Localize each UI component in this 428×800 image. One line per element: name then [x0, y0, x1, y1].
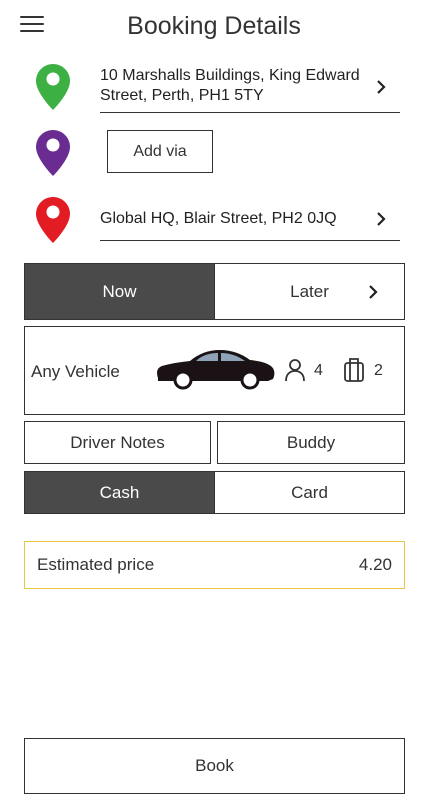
vehicle-type-label: Any Vehicle — [31, 362, 120, 381]
via-location-pin-icon — [36, 130, 70, 176]
pickup-location-pin-icon — [36, 64, 70, 110]
later-label: Later — [290, 281, 329, 301]
chevron-right-icon — [377, 212, 386, 226]
now-button[interactable]: Now — [25, 264, 214, 319]
add-via-button[interactable]: Add via — [107, 130, 213, 173]
chevron-right-icon — [369, 285, 378, 299]
payment-selector: Cash Card — [24, 471, 405, 514]
later-button[interactable]: Later — [214, 264, 404, 319]
driver-notes-button[interactable]: Driver Notes — [24, 421, 211, 464]
pickup-address-field[interactable]: 10 Marshalls Buildings, King Edward Stre… — [100, 66, 400, 113]
luggage-count: 2 — [374, 362, 383, 379]
dropoff-address-field[interactable]: Global HQ, Blair Street, PH2 0JQ — [100, 209, 400, 241]
passenger-icon — [285, 359, 305, 382]
pickup-address-text: 10 Marshalls Buildings, King Edward Stre… — [100, 67, 360, 104]
card-button[interactable]: Card — [214, 472, 404, 513]
cash-button[interactable]: Cash — [25, 472, 214, 513]
estimated-price-box: Estimated price 4.20 — [24, 541, 405, 589]
dropoff-address-text: Global HQ, Blair Street, PH2 0JQ — [100, 210, 337, 227]
app-header: Booking Details — [0, 0, 428, 56]
dropoff-location-pin-icon — [36, 197, 70, 243]
passenger-count: 4 — [314, 362, 323, 379]
book-button[interactable]: Book — [24, 738, 405, 794]
luggage-icon — [344, 358, 364, 382]
estimated-price-value: 4.20 — [358, 555, 392, 574]
estimated-price-label: Estimated price — [37, 555, 155, 574]
buddy-button[interactable]: Buddy — [217, 421, 405, 464]
chevron-right-icon — [377, 80, 386, 94]
car-icon — [157, 350, 275, 390]
timing-selector: Now Later — [24, 263, 405, 320]
page-title: Booking Details — [127, 12, 301, 40]
